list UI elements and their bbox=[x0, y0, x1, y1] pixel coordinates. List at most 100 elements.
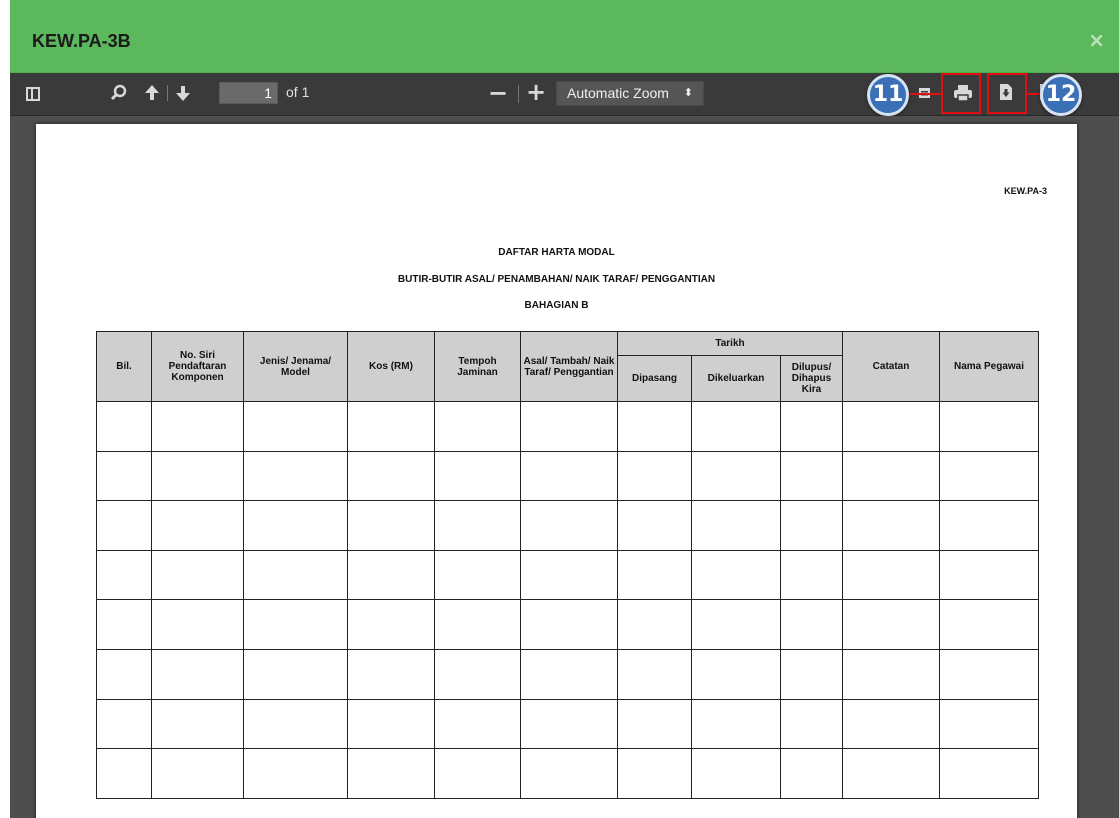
header-tarikh: Tarikh bbox=[616, 331, 844, 356]
table-cell bbox=[151, 401, 244, 452]
search-icon[interactable] bbox=[109, 83, 129, 103]
table-cell bbox=[779, 401, 844, 452]
table-row bbox=[96, 748, 1040, 799]
table-cell bbox=[617, 748, 692, 799]
table-cell bbox=[617, 549, 692, 601]
zoom-in-button[interactable]: + bbox=[526, 78, 546, 106]
table-cell bbox=[347, 748, 435, 799]
table-row bbox=[96, 549, 1040, 601]
annotation-badge-11: 11 bbox=[867, 74, 909, 116]
table-cell bbox=[779, 698, 844, 750]
table-cell bbox=[691, 450, 781, 502]
table-cell bbox=[842, 698, 941, 750]
table-cell bbox=[520, 450, 618, 502]
table-cell bbox=[842, 599, 941, 650]
header-jenis: Jenis/ Jenama/ Model bbox=[243, 331, 348, 402]
close-button[interactable]: × bbox=[1088, 28, 1105, 52]
table-row bbox=[96, 450, 1040, 502]
page-count-label: of 1 bbox=[286, 84, 310, 100]
table-cell bbox=[347, 401, 435, 452]
table-cell bbox=[243, 549, 348, 601]
table-cell bbox=[939, 648, 1040, 700]
table-cell bbox=[779, 450, 844, 502]
table-cell bbox=[151, 500, 244, 551]
table-cell bbox=[842, 401, 941, 452]
table-cell bbox=[842, 648, 941, 700]
document-code: KEW.PA-3 bbox=[1004, 186, 1047, 196]
table-cell bbox=[434, 450, 521, 502]
table-cell bbox=[691, 648, 781, 700]
table-cell bbox=[617, 599, 692, 650]
document-subtitle: BUTIR-BUTIR ASAL/ PENAMBAHAN/ NAIK TARAF… bbox=[397, 274, 716, 285]
table-cell bbox=[691, 599, 781, 650]
table-cell bbox=[96, 500, 152, 551]
table-cell bbox=[347, 450, 435, 502]
table-cell bbox=[842, 748, 941, 799]
table-cell bbox=[617, 500, 692, 551]
table-cell bbox=[434, 748, 521, 799]
table-cell bbox=[691, 401, 781, 452]
table-cell bbox=[347, 599, 435, 650]
zoom-select[interactable]: Automatic Zoom ⬍ bbox=[556, 81, 704, 106]
table-cell bbox=[939, 599, 1040, 650]
table-cell bbox=[151, 748, 244, 799]
table-cell bbox=[779, 549, 844, 601]
table-cell bbox=[151, 698, 244, 750]
table-cell bbox=[939, 450, 1040, 502]
table-cell bbox=[151, 450, 244, 502]
table-cell bbox=[520, 549, 618, 601]
table-cell bbox=[347, 500, 435, 551]
table-cell bbox=[779, 599, 844, 650]
table-cell bbox=[520, 648, 618, 700]
header-dilupus: Dilupus/ Dihapus Kira bbox=[779, 355, 844, 402]
table-cell bbox=[96, 648, 152, 700]
asset-table: Bil. No. Siri Pendaftaran Komponen Jenis… bbox=[96, 331, 1040, 799]
table-cell bbox=[939, 549, 1040, 601]
modal-title: KEW.PA-3B bbox=[32, 31, 131, 51]
header-dipasang: Dipasang bbox=[617, 355, 692, 402]
table-cell bbox=[243, 698, 348, 750]
table-cell bbox=[779, 648, 844, 700]
table-row bbox=[96, 401, 1040, 452]
table-cell bbox=[243, 599, 348, 650]
header-kos: Kos (RM) bbox=[347, 331, 435, 402]
header-catatan: Catatan bbox=[842, 331, 941, 402]
arrow-up-icon[interactable] bbox=[144, 83, 160, 103]
table-cell bbox=[779, 748, 844, 799]
annotation-connector-11 bbox=[905, 93, 941, 95]
header-tempoh: Tempoh Jaminan bbox=[434, 331, 521, 402]
table-cell bbox=[939, 748, 1040, 799]
table-row bbox=[96, 698, 1040, 750]
table-cell bbox=[243, 450, 348, 502]
table-cell bbox=[243, 748, 348, 799]
modal-header: KEW.PA-3B × bbox=[10, 0, 1119, 73]
table-cell bbox=[779, 500, 844, 551]
zoom-out-button[interactable]: − bbox=[488, 79, 508, 107]
table-cell bbox=[96, 549, 152, 601]
chevron-updown-icon: ⬍ bbox=[683, 87, 693, 99]
header-dikeluarkan: Dikeluarkan bbox=[691, 355, 781, 402]
table-cell bbox=[434, 698, 521, 750]
table-cell bbox=[691, 698, 781, 750]
table-row bbox=[96, 599, 1040, 650]
table-cell bbox=[347, 648, 435, 700]
table-cell bbox=[691, 549, 781, 601]
arrow-down-icon[interactable] bbox=[175, 83, 191, 103]
table-cell bbox=[842, 450, 941, 502]
table-cell bbox=[243, 401, 348, 452]
table-cell bbox=[151, 648, 244, 700]
page-number-input[interactable]: 1 bbox=[219, 82, 278, 104]
table-cell bbox=[939, 698, 1040, 750]
header-asal: Asal/ Tambah/ Naik Taraf/ Penggantian bbox=[520, 331, 618, 402]
sidebar-toggle-icon[interactable] bbox=[26, 87, 40, 101]
table-cell bbox=[520, 698, 618, 750]
table-cell bbox=[434, 599, 521, 650]
table-cell bbox=[520, 748, 618, 799]
table-cell bbox=[347, 549, 435, 601]
pdf-page: KEW.PA-3 DAFTAR HARTA MODAL BUTIR-BUTIR … bbox=[36, 124, 1077, 818]
table-cell bbox=[617, 698, 692, 750]
table-cell bbox=[434, 648, 521, 700]
table-cell bbox=[939, 401, 1040, 452]
table-cell bbox=[939, 500, 1040, 551]
pdf-viewer-area[interactable]: KEW.PA-3 DAFTAR HARTA MODAL BUTIR-BUTIR … bbox=[10, 116, 1119, 818]
